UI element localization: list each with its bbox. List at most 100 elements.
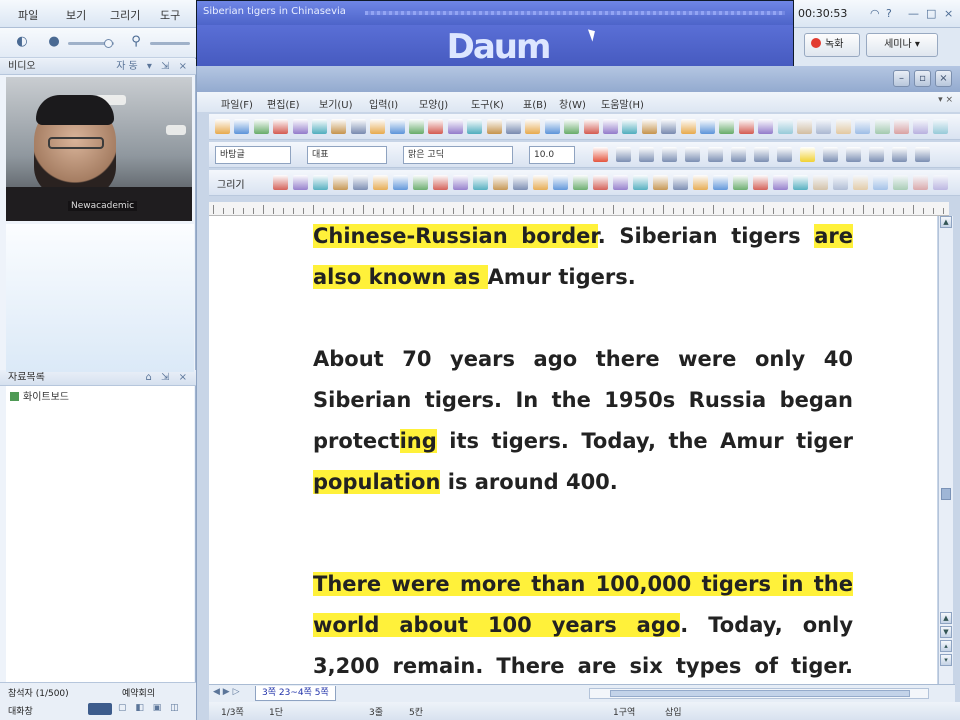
line-color-icon[interactable] [453, 175, 468, 190]
scroll-up-icon[interactable]: ▲ [940, 612, 952, 624]
doc-menu-edit[interactable]: 편집(E) [267, 96, 300, 111]
text-box-icon[interactable] [673, 175, 688, 190]
document-line[interactable]: Siberian tigers. In the 1950s Russia beg… [313, 380, 853, 421]
rectangle-icon[interactable] [813, 175, 828, 190]
align-center-icon[interactable] [800, 147, 815, 162]
rectangle-icon[interactable] [293, 175, 308, 190]
document-line[interactable]: About 70 years ago there were only 40 [313, 339, 853, 380]
shape-icon[interactable] [894, 119, 909, 134]
document-line[interactable]: population is around 400. [313, 462, 853, 503]
freehand-icon[interactable] [393, 175, 408, 190]
underline-icon[interactable] [662, 147, 677, 162]
chat-label[interactable]: 대화창 [8, 704, 33, 717]
new-file-icon[interactable] [603, 119, 618, 134]
find-icon[interactable] [816, 119, 832, 134]
line-icon[interactable] [273, 175, 288, 190]
font-size-select[interactable]: 10.0 [529, 146, 575, 164]
document-page[interactable]: Chinese-Russian border. Siberian tigers … [209, 216, 937, 684]
line-spacing-icon[interactable] [869, 147, 884, 162]
redo-icon[interactable] [331, 119, 347, 134]
arrange-icon[interactable] [753, 175, 768, 190]
video-header-icons[interactable]: 자동 ▾ ⇲ × [116, 59, 190, 74]
justify-icon[interactable] [846, 147, 861, 162]
curve-icon[interactable] [373, 175, 388, 190]
curve-icon[interactable] [633, 175, 648, 190]
document-paragraph[interactable]: Chinese-Russian border. Siberian tigers … [313, 216, 853, 298]
draw-label[interactable]: 그리기 [217, 176, 245, 191]
files-header-icons[interactable]: ⌂ ⇲ × [146, 370, 190, 385]
page-up-icon[interactable]: ▴ [940, 640, 952, 652]
horizontal-scrollbar[interactable] [589, 688, 929, 699]
font-color-icon[interactable] [593, 147, 608, 162]
polygon-icon[interactable] [353, 175, 368, 190]
chart-icon[interactable] [467, 119, 483, 134]
horizontal-ruler[interactable] [209, 202, 949, 216]
participants-label[interactable]: 참석자 (1/500) [8, 686, 69, 699]
cut-icon[interactable] [738, 119, 754, 134]
document-line[interactable]: Chinese-Russian border. Siberian tigers … [313, 216, 853, 257]
scroll-down-icon[interactable]: ▼ [940, 626, 952, 638]
ellipse-icon[interactable] [313, 175, 328, 190]
document-line[interactable]: There were more than 100,000 tigers in t… [313, 564, 853, 605]
subscript-icon[interactable] [731, 147, 746, 162]
arc-icon[interactable] [333, 175, 348, 190]
doc-minimize-button[interactable]: – [893, 70, 910, 87]
document-paragraph[interactable]: There were more than 100,000 tigers in t… [313, 564, 853, 684]
tab-nav-icons[interactable]: ◀ ▶ ▷ [213, 687, 240, 697]
chart-icon[interactable] [855, 119, 871, 134]
bold-icon[interactable] [616, 147, 631, 162]
align-left-icon[interactable] [777, 147, 792, 162]
close-icon[interactable]: × [944, 7, 953, 20]
chat-send-icon[interactable] [88, 703, 112, 715]
copy-icon[interactable] [370, 119, 386, 134]
superscript-icon[interactable] [708, 147, 723, 162]
open-icon[interactable] [234, 119, 250, 134]
doc-menu-pin-icon[interactable]: ▾ × [938, 95, 953, 105]
ellipse-icon[interactable] [573, 175, 588, 190]
freehand-icon[interactable] [913, 175, 928, 190]
rotate-icon[interactable] [513, 175, 528, 190]
doc-menu-format[interactable]: 모양(J) [419, 96, 448, 111]
arc-icon[interactable] [593, 175, 608, 190]
scroll-thumb[interactable] [941, 488, 951, 500]
zoom-icon[interactable] [564, 119, 580, 134]
line-icon[interactable] [533, 175, 548, 190]
print-icon[interactable] [661, 119, 677, 134]
doc-close-button[interactable]: × [935, 70, 952, 87]
font-color-icon[interactable] [892, 147, 907, 162]
save-icon[interactable] [641, 119, 657, 134]
doc-menu-window[interactable]: 창(W) [559, 96, 586, 111]
align-right-icon[interactable] [823, 147, 838, 162]
arc-icon[interactable] [853, 175, 868, 190]
minimize-icon[interactable]: — [908, 7, 919, 20]
text-box-icon[interactable] [413, 175, 428, 190]
document-line[interactable]: world about 100 years ago. Today, only [313, 605, 853, 646]
doc-menu-help[interactable]: 도움말(H) [601, 96, 644, 111]
polygon-icon[interactable] [873, 175, 888, 190]
table-icon[interactable] [447, 119, 463, 134]
doc-menu-insert[interactable]: 입력(I) [369, 96, 398, 111]
fill-icon[interactable] [433, 175, 448, 190]
maximize-icon[interactable]: □ [926, 7, 936, 20]
print-icon[interactable] [273, 119, 289, 134]
strike-icon[interactable] [685, 147, 700, 162]
polygon-icon[interactable] [613, 175, 628, 190]
format-painter-icon[interactable] [409, 119, 424, 134]
record-button[interactable]: 녹화 [804, 33, 860, 57]
save-icon[interactable] [253, 119, 269, 134]
chat-tools-icons[interactable]: ▢ ◧ ▣ ◫ [118, 703, 182, 713]
paste-icon[interactable] [777, 119, 793, 134]
italic-icon[interactable] [639, 147, 654, 162]
settings-icon[interactable] [583, 119, 599, 134]
search-icon[interactable]: ⚲ [128, 34, 144, 50]
line-color-icon[interactable] [713, 175, 728, 190]
page-down-icon[interactable]: ▾ [940, 654, 952, 666]
highlight-icon[interactable] [754, 147, 769, 162]
undo-icon[interactable] [700, 119, 715, 134]
page-tab[interactable]: 3쪽 23~4쪽 5쪽 [255, 686, 336, 701]
link-icon[interactable] [525, 119, 541, 134]
arrange-icon[interactable] [493, 175, 508, 190]
fill-icon[interactable] [693, 175, 708, 190]
seminar-button[interactable]: 세미나 ▾ [866, 33, 938, 57]
link-icon[interactable] [913, 119, 929, 134]
